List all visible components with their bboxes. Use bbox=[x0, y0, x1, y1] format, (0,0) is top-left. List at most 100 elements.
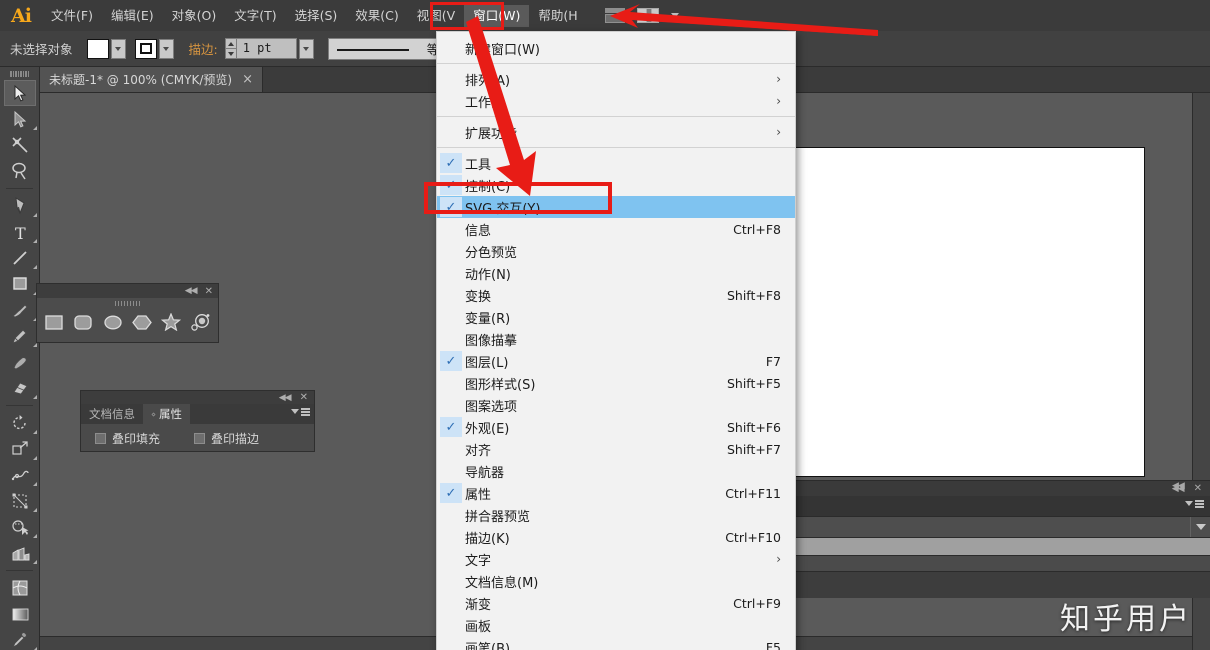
flyout-header[interactable]: ◀◀ ✕ bbox=[37, 284, 218, 298]
ellipse-icon[interactable] bbox=[102, 311, 124, 333]
close-icon[interactable]: ✕ bbox=[300, 392, 308, 403]
menu-item-9[interactable]: 动作(N) bbox=[437, 262, 795, 284]
menu-help[interactable]: 帮助(H bbox=[529, 5, 586, 27]
window-menu-dropdown[interactable]: 新建窗口(W) 排列(A) › 工作区 › 扩展功能 › ✓ 工具 ✓ 控制(C) ✓ SVG 交互(Y… bbox=[436, 31, 796, 650]
menu-type[interactable]: 文字(T) bbox=[225, 5, 285, 27]
pen-tool[interactable] bbox=[0, 193, 40, 219]
polygon-icon[interactable] bbox=[131, 311, 153, 333]
menu-effect[interactable]: 效果(C) bbox=[346, 5, 407, 27]
menu-item-0[interactable]: 新建窗口(W) bbox=[437, 37, 795, 59]
right-panel-highlight-row[interactable] bbox=[785, 538, 1210, 556]
stroke-swatch[interactable] bbox=[134, 38, 157, 59]
mesh-tool[interactable] bbox=[0, 575, 40, 601]
menu-edit[interactable]: 编辑(E) bbox=[102, 5, 163, 27]
overprint-fill-checkbox[interactable]: 叠印填充 bbox=[95, 430, 160, 447]
flare-icon[interactable] bbox=[190, 311, 212, 333]
collapse-icon[interactable]: ◀◀ bbox=[279, 393, 292, 403]
checkbox-box[interactable] bbox=[95, 433, 106, 444]
menu-item-19[interactable]: ✓ 属性 Ctrl+F11 bbox=[437, 482, 795, 504]
eraser-tool[interactable] bbox=[0, 375, 40, 401]
tab-document-info[interactable]: 文档信息 bbox=[81, 404, 143, 424]
lasso-tool[interactable] bbox=[0, 158, 40, 184]
menu-item-10[interactable]: 变换 Shift+F8 bbox=[437, 284, 795, 306]
right-panel-field[interactable] bbox=[785, 516, 1210, 538]
bridge-icon[interactable] bbox=[604, 8, 625, 23]
fill-dropdown-button[interactable] bbox=[110, 38, 126, 59]
menu-item-21[interactable]: 描边(K) Ctrl+F10 bbox=[437, 526, 795, 548]
attributes-panel[interactable]: ◀◀ ✕ 文档信息 ⋄ 属性 叠印填充 叠印描边 bbox=[80, 390, 315, 452]
menu-item-6[interactable]: ✓ SVG 交互(Y) bbox=[437, 196, 795, 218]
stroke-weight-stepper[interactable] bbox=[224, 38, 237, 59]
menu-item-8[interactable]: 分色预览 bbox=[437, 240, 795, 262]
menu-item-11[interactable]: 变量(R) bbox=[437, 306, 795, 328]
menu-item-25[interactable]: 画板 bbox=[437, 614, 795, 636]
fill-color-control[interactable] bbox=[86, 38, 126, 59]
direct-selection-tool[interactable] bbox=[0, 106, 40, 132]
eyedropper-tool[interactable] bbox=[0, 627, 40, 650]
menu-item-5[interactable]: ✓ 控制(C) bbox=[437, 174, 795, 196]
scale-tool[interactable] bbox=[0, 436, 40, 462]
blob-brush-tool[interactable] bbox=[0, 349, 40, 375]
star-icon[interactable] bbox=[160, 311, 182, 333]
menu-view[interactable]: 视图(V bbox=[408, 5, 464, 27]
overprint-stroke-checkbox[interactable]: 叠印描边 bbox=[194, 430, 259, 447]
menu-item-14[interactable]: 图形样式(S) Shift+F5 bbox=[437, 372, 795, 394]
toolbar-drag-handle[interactable] bbox=[0, 67, 39, 80]
free-transform-tool[interactable] bbox=[0, 488, 40, 514]
right-panel-row[interactable] bbox=[785, 556, 1210, 572]
selection-tool[interactable] bbox=[4, 80, 36, 106]
attributes-panel-menu-icon[interactable] bbox=[291, 408, 310, 416]
menu-item-12[interactable]: 图像描摹 bbox=[437, 328, 795, 350]
line-segment-tool[interactable] bbox=[0, 245, 40, 271]
stroke-color-control[interactable] bbox=[134, 38, 174, 59]
width-tool[interactable] bbox=[0, 462, 40, 488]
shape-tools-flyout-panel[interactable]: ◀◀ ✕ bbox=[36, 283, 219, 343]
flyout-drag-grip[interactable] bbox=[37, 298, 218, 309]
pencil-tool[interactable] bbox=[0, 323, 40, 349]
menu-item-22[interactable]: 文字 › bbox=[437, 548, 795, 570]
menu-select[interactable]: 选择(S) bbox=[286, 5, 347, 27]
stroke-weight-label[interactable]: 描边: bbox=[189, 39, 218, 58]
stroke-weight-dropdown-button[interactable] bbox=[298, 38, 314, 59]
menu-object[interactable]: 对象(O) bbox=[163, 5, 226, 27]
collapse-icon[interactable]: ◀◀ bbox=[185, 286, 198, 296]
menu-item-26[interactable]: 画笔(B) F5 bbox=[437, 636, 795, 650]
magic-wand-tool[interactable] bbox=[0, 132, 40, 158]
close-icon[interactable]: ✕ bbox=[1194, 483, 1202, 494]
menu-item-17[interactable]: 对齐 Shift+F7 bbox=[437, 438, 795, 460]
menu-item-24[interactable]: 渐变 Ctrl+F9 bbox=[437, 592, 795, 614]
chevron-down-icon[interactable] bbox=[670, 13, 679, 18]
checkbox-box[interactable] bbox=[194, 433, 206, 444]
rounded-rectangle-icon[interactable] bbox=[72, 311, 94, 333]
arrange-documents-icon[interactable] bbox=[636, 8, 659, 23]
menu-file[interactable]: 文件(F) bbox=[42, 5, 102, 27]
close-icon[interactable]: ✕ bbox=[205, 286, 213, 297]
menu-item-3[interactable]: 扩展功能 › bbox=[437, 121, 795, 143]
menu-item-23[interactable]: 文档信息(M) bbox=[437, 570, 795, 592]
type-tool[interactable]: T bbox=[0, 219, 40, 245]
fill-swatch[interactable] bbox=[86, 38, 109, 59]
close-icon[interactable]: × bbox=[242, 72, 253, 87]
menu-item-1[interactable]: 排列(A) › bbox=[437, 68, 795, 90]
menu-item-13[interactable]: ✓ 图层(L) F7 bbox=[437, 350, 795, 372]
menu-item-4[interactable]: ✓ 工具 bbox=[437, 152, 795, 174]
rectangle-icon[interactable] bbox=[43, 311, 65, 333]
panel-menu-icon[interactable] bbox=[1185, 500, 1204, 508]
artboard[interactable] bbox=[795, 147, 1145, 477]
gradient-tool[interactable] bbox=[0, 601, 40, 627]
field-dropdown-button[interactable] bbox=[1190, 517, 1210, 537]
menu-item-18[interactable]: 导航器 bbox=[437, 460, 795, 482]
perspective-grid-tool[interactable] bbox=[0, 540, 40, 566]
paintbrush-tool[interactable] bbox=[0, 297, 40, 323]
menu-item-7[interactable]: 信息 Ctrl+F8 bbox=[437, 218, 795, 240]
right-panel-tabstrip[interactable] bbox=[785, 496, 1210, 516]
stroke-dropdown-button[interactable] bbox=[158, 38, 174, 59]
menu-item-15[interactable]: 图案选项 bbox=[437, 394, 795, 416]
document-tab[interactable]: 未标题-1* @ 100% (CMYK/预览) × bbox=[40, 67, 263, 92]
right-dock-collapse-icon[interactable]: ◀◀ bbox=[1172, 481, 1185, 491]
menu-window[interactable]: 窗口(W) bbox=[464, 4, 530, 27]
menu-item-20[interactable]: 拼合器预览 bbox=[437, 504, 795, 526]
rectangle-tool[interactable] bbox=[0, 271, 40, 297]
shape-builder-tool[interactable] bbox=[0, 514, 40, 540]
rotate-tool[interactable] bbox=[0, 410, 40, 436]
